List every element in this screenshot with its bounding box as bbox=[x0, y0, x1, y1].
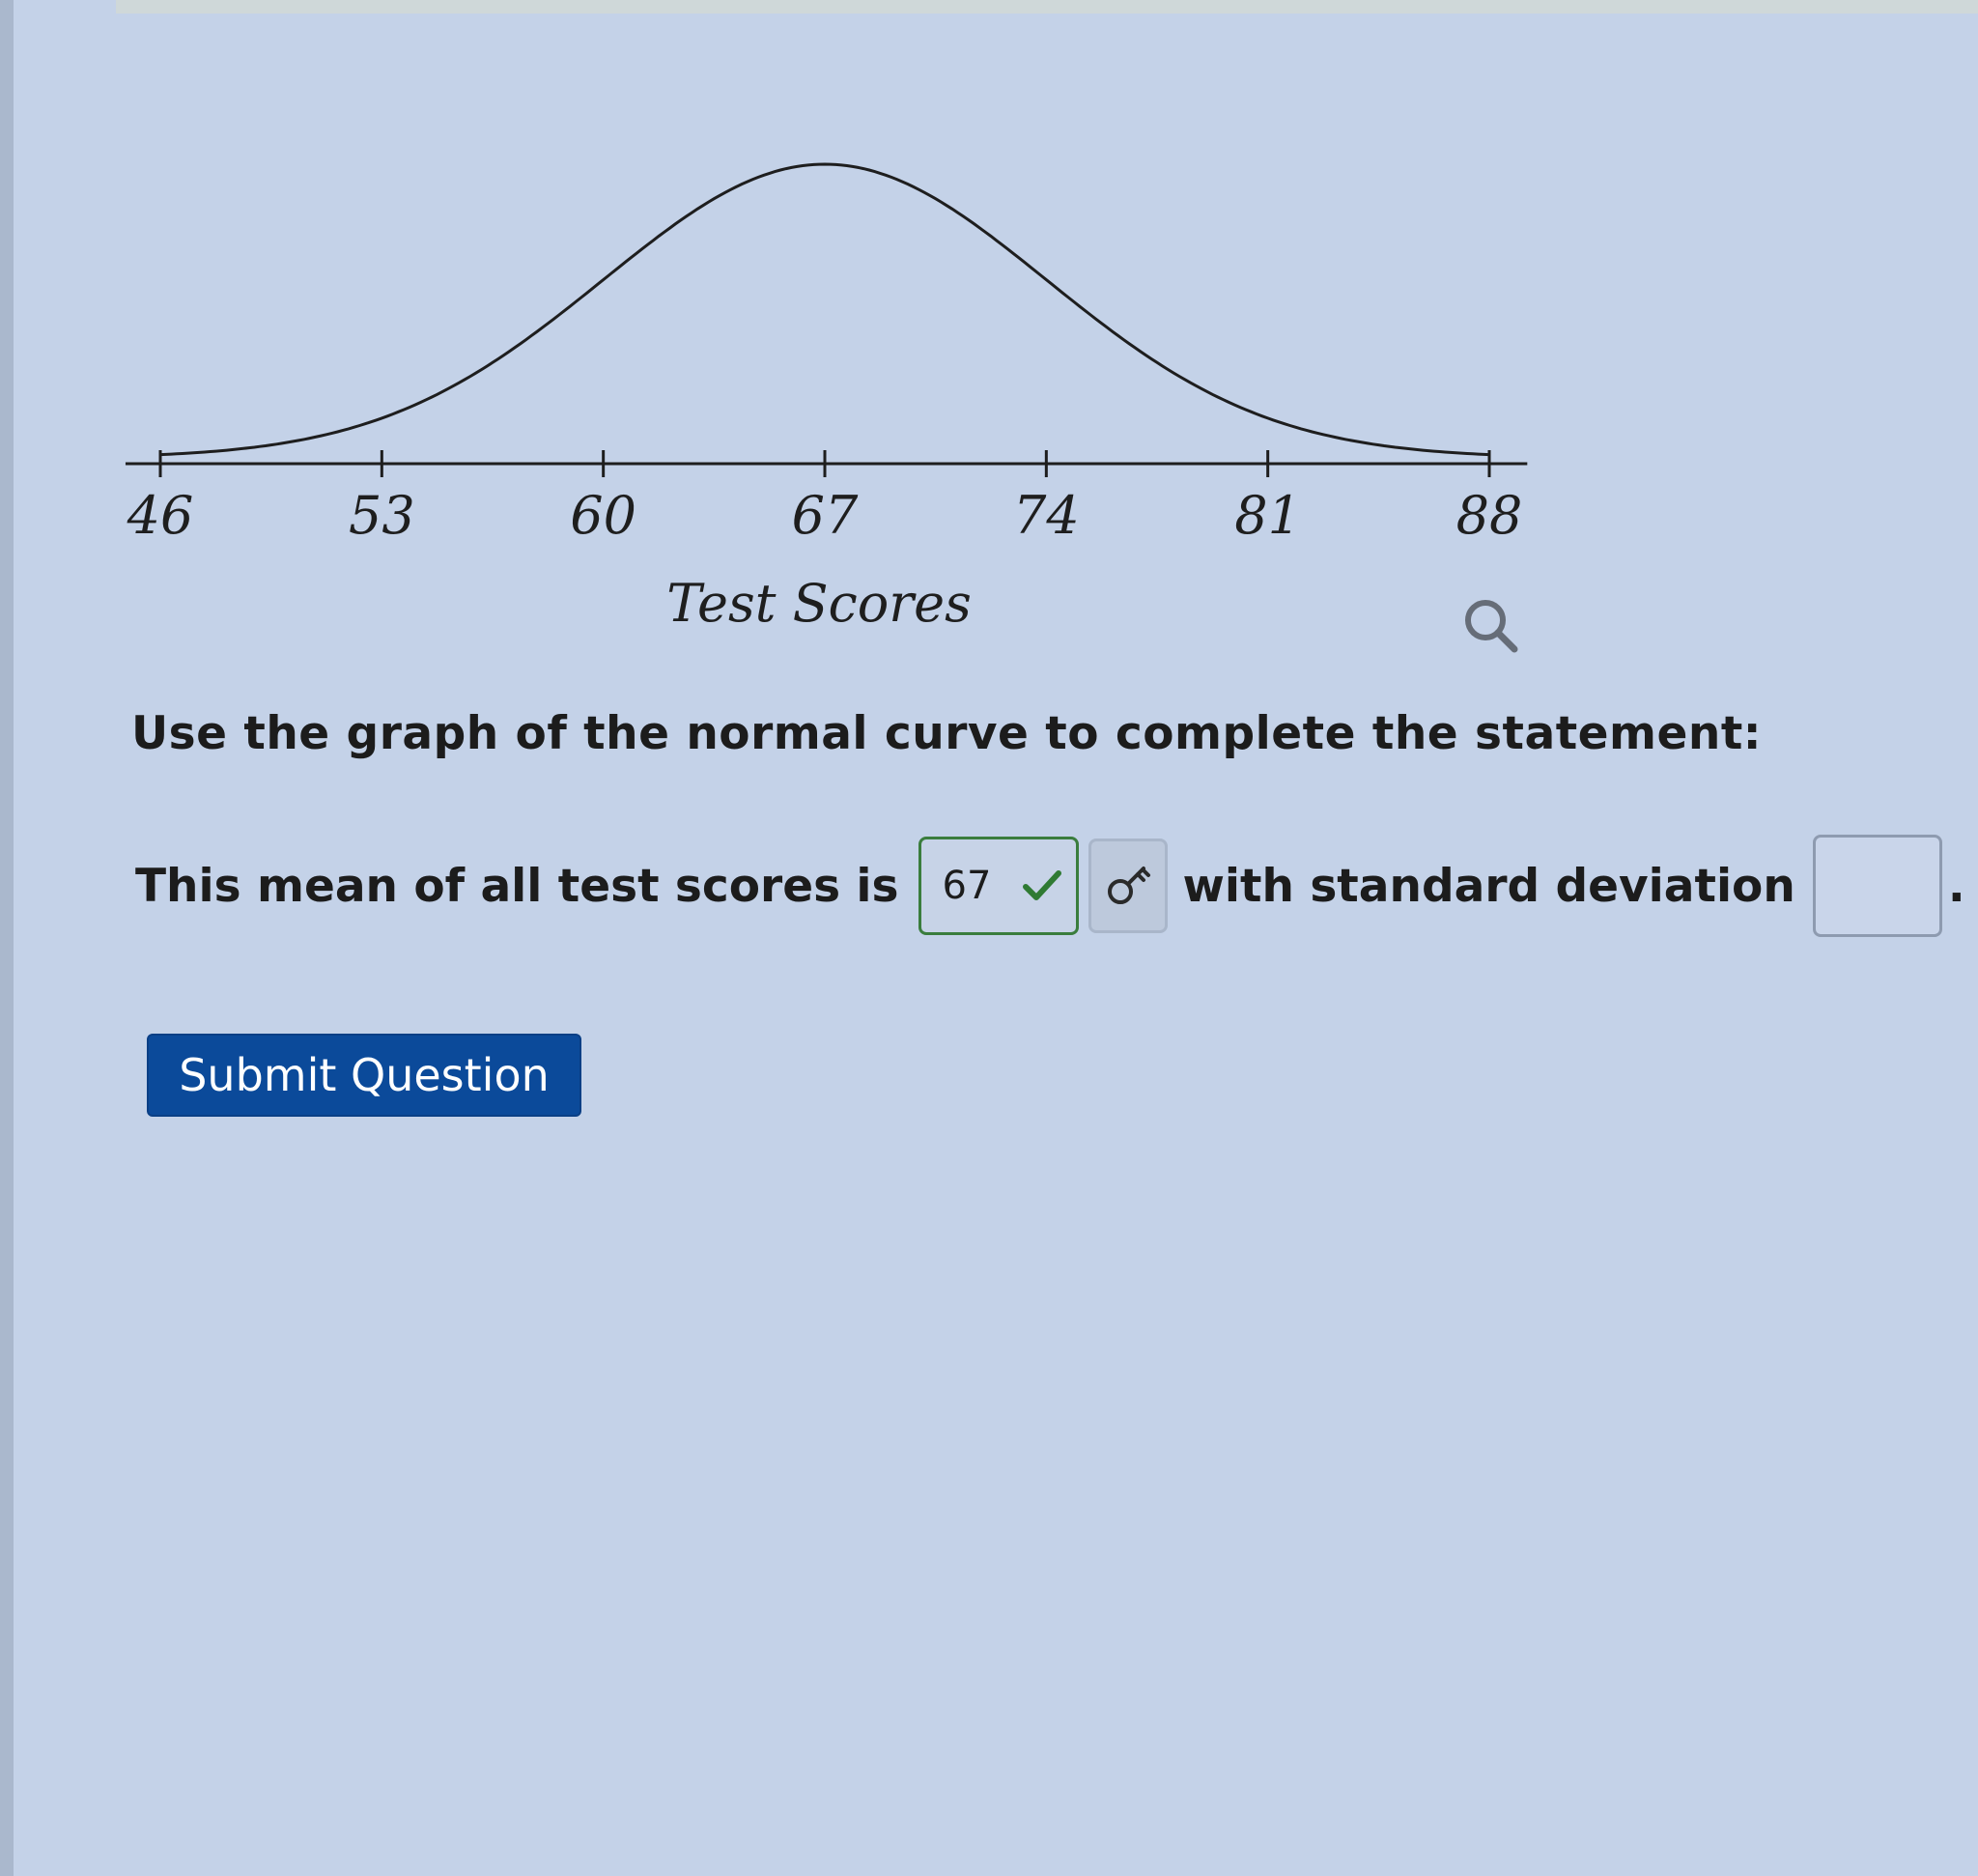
x-tick-label: 67 bbox=[792, 485, 859, 546]
normal-curve-chart: 46 53 60 67 74 81 88 Test Scores bbox=[125, 162, 1528, 634]
submit-question-button[interactable]: Submit Question bbox=[147, 1034, 581, 1117]
statement-middle: with standard deviation bbox=[1182, 859, 1795, 913]
mean-answer-value: 67 bbox=[942, 864, 992, 908]
x-tick-label: 88 bbox=[1456, 485, 1523, 546]
x-tick-label: 46 bbox=[127, 485, 194, 546]
sd-answer-field[interactable] bbox=[1812, 835, 1942, 937]
x-tick-label: 74 bbox=[1013, 485, 1080, 546]
normal-curve bbox=[159, 162, 1490, 457]
x-tick-label: 60 bbox=[570, 485, 636, 546]
checkmark-icon bbox=[1022, 870, 1061, 900]
question-prompt: Use the graph of the normal curve to com… bbox=[131, 707, 1763, 760]
statement-end: . bbox=[1947, 859, 1965, 913]
x-tick-label: 81 bbox=[1234, 485, 1301, 546]
magnifier-icon[interactable] bbox=[1460, 595, 1522, 657]
mean-answer-field[interactable]: 67 bbox=[918, 837, 1079, 935]
statement-before: This mean of all test scores is bbox=[135, 859, 899, 913]
key-icon bbox=[1107, 867, 1150, 904]
x-axis-title: Test Scores bbox=[666, 573, 972, 634]
question-statement: This mean of all test scores is 67 with … bbox=[135, 833, 1965, 939]
key-icon-button[interactable] bbox=[1088, 839, 1168, 933]
x-tick-label: 53 bbox=[349, 485, 415, 546]
